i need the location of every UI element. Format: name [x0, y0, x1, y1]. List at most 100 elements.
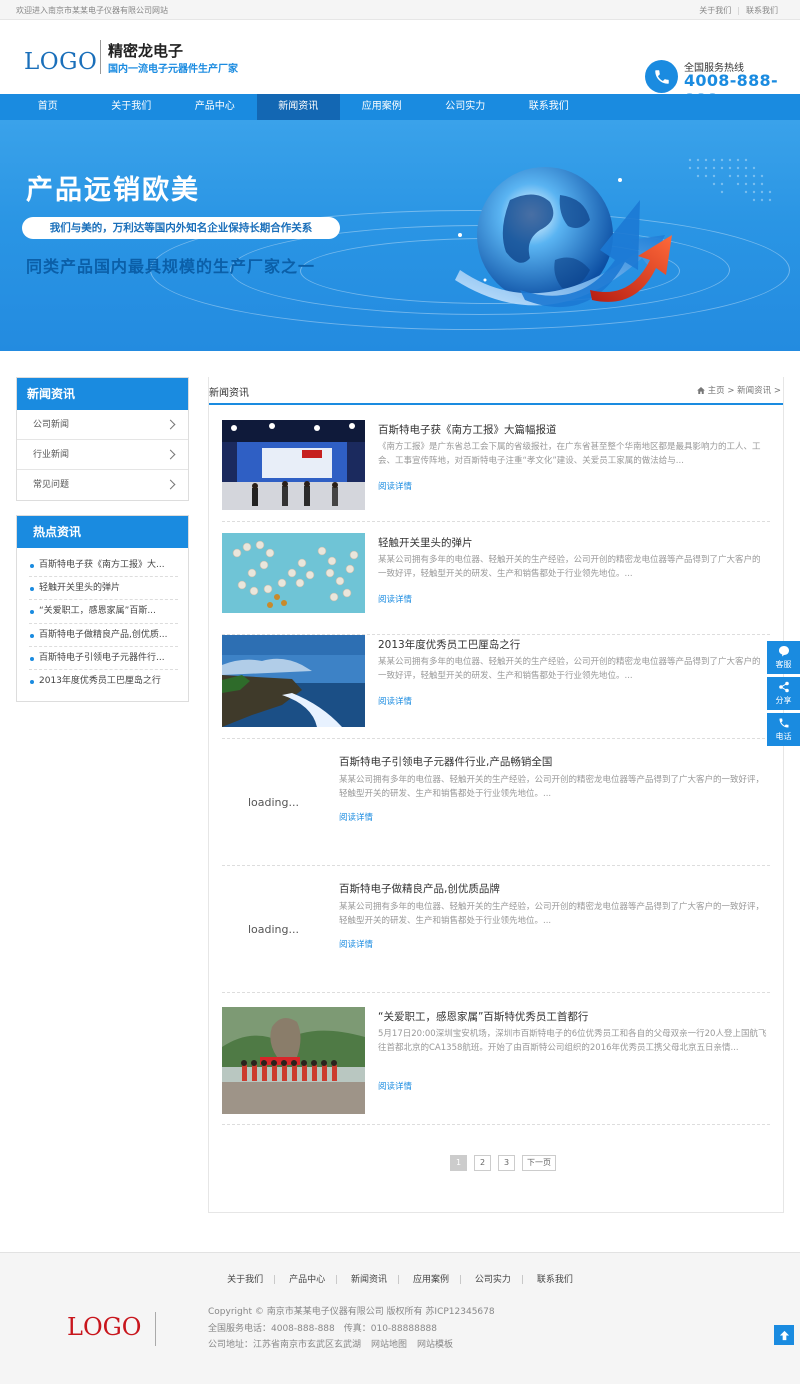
site-logo[interactable]: LOGO [24, 49, 97, 75]
news-title[interactable]: 百斯特电子做精良产品,创优质品牌 [339, 881, 500, 896]
loading-placeholder: loading... [247, 795, 299, 809]
nav-item-news[interactable]: 新闻资讯 [256, 94, 340, 120]
nav-item-about[interactable]: 关于我们 [90, 94, 174, 120]
nav-item-home[interactable]: 首页 [6, 94, 90, 120]
share-icon [778, 681, 789, 693]
read-more-link[interactable]: 阅读详情 [339, 938, 373, 950]
footer-info: Copyright © 南京市某某电子仪器有限公司 版权所有 苏ICP12345… [208, 1304, 495, 1354]
brand-name: 精密龙电子 [108, 42, 184, 60]
pagination: 1 2 3 下一页 [450, 1155, 556, 1171]
footer-links: 关于我们 | 产品中心 | 新闻资讯 | 应用案例 | 公司实力 | 联系我们 [227, 1275, 573, 1285]
chevron-right-icon [165, 449, 176, 460]
nav-item-contact[interactable]: 联系我们 [507, 94, 591, 120]
news-title[interactable]: 轻触开关里头的弹片 [378, 535, 473, 550]
hot-news-box: 热点资讯 百斯特电子获《南方工报》大... 轻触开关里头的弹片 “关爱职工，感恩… [16, 515, 189, 703]
news-item: “关爱职工，感恩家属”百斯特优秀员工首都行 5月17日20:00深圳宝安机场，深… [222, 1007, 770, 1125]
page-2-button[interactable]: 2 [474, 1155, 491, 1171]
news-title[interactable]: 2013年度优秀员工巴厘岛之行 [378, 637, 520, 652]
news-description: 《南方工报》是广东省总工会下属的省级报社，在广东省甚至整个华南地区都是最具影响力… [378, 442, 761, 466]
footer-link-strength[interactable]: 公司实力 [475, 1275, 511, 1285]
sitemap-link[interactable]: 网站地图 [371, 1340, 407, 1350]
footer-logo-divider [155, 1312, 156, 1346]
footer-link-about[interactable]: 关于我们 [227, 1275, 263, 1285]
read-more-link[interactable]: 阅读详情 [378, 480, 412, 492]
customer-service-button[interactable]: 客服 [767, 641, 800, 674]
chat-bubble-icon [778, 646, 789, 657]
news-item: 百斯特电子获《南方工报》大篇幅报道 《南方工报》是广东省总工会下属的省级报社，在… [222, 420, 770, 522]
chevron-right-icon [165, 419, 176, 430]
news-description: 某某公司拥有多年的电位器、轻触开关的生产经验，公司开创的精密龙电位器等产品得到了… [378, 555, 761, 579]
news-description: 某某公司拥有多年的电位器、轻触开关的生产经验，公司开创的精密龙电位器等产品得到了… [339, 775, 765, 799]
hot-news-item[interactable]: 百斯特电子引领电子元器件行... [29, 647, 178, 670]
phone-button[interactable]: 电话 [767, 713, 800, 746]
news-title[interactable]: 百斯特电子引领电子元器件行业,产品畅销全国 [339, 754, 552, 769]
hot-news-item[interactable]: “关爱职工，感恩家属”百斯... [29, 600, 178, 624]
next-page-button[interactable]: 下一页 [522, 1155, 556, 1171]
sidebar: 新闻资讯 公司新闻 行业新闻 常见问题 热点资讯 百斯特电子获《南方工报》大..… [16, 377, 189, 703]
read-more-link[interactable]: 阅读详情 [378, 593, 412, 605]
share-label: 分享 [775, 696, 792, 705]
hero-banner: 产品远销欧美 我们与美的，万利达等国内外知名企业保持长期合作关系 同类产品国内最… [0, 120, 800, 351]
home-icon [696, 387, 705, 394]
category-box: 新闻资讯 公司新闻 行业新闻 常见问题 [16, 377, 189, 501]
page-1-button[interactable]: 1 [450, 1155, 467, 1171]
site-header: LOGO 精密龙电子 国内一流电子元器件生产厂家 全国服务热线 4008-888… [0, 20, 800, 109]
phone-label: 电话 [775, 732, 792, 741]
news-thumbnail[interactable] [222, 635, 365, 727]
read-more-link[interactable]: 阅读详情 [378, 1080, 412, 1092]
nav-item-cases[interactable]: 应用案例 [340, 94, 424, 120]
news-item: 轻触开关里头的弹片 某某公司拥有多年的电位器、轻触开关的生产经验，公司开创的精密… [222, 533, 770, 635]
news-item: 2013年度优秀员工巴厘岛之行 某某公司拥有多年的电位器、轻触开关的生产经验，公… [222, 635, 770, 739]
sidebar-item-label: 常见问题 [33, 480, 70, 490]
sidebar-item-company-news[interactable]: 公司新闻 [17, 410, 188, 440]
news-item: loading... 百斯特电子做精良产品,创优质品牌 某某公司拥有多年的电位器… [222, 866, 770, 993]
arrow-up-icon [779, 1330, 789, 1340]
footer-link-cases[interactable]: 应用案例 [413, 1275, 449, 1285]
news-title[interactable]: 百斯特电子获《南方工报》大篇幅报道 [378, 422, 557, 437]
news-thumbnail[interactable] [222, 1007, 365, 1114]
page-title: 新闻资讯 [209, 388, 249, 399]
copyright-text: Copyright © 南京市某某电子仪器有限公司 版权所有 苏ICP12345… [208, 1307, 495, 1317]
top-link-about[interactable]: 关于我们 [699, 6, 731, 15]
floating-toolbar: 客服 分享 电话 [767, 641, 800, 749]
back-to-top-button[interactable] [774, 1325, 794, 1345]
news-description: 5月17日20:00深圳宝安机场，深圳市百斯特电子的6位优秀员工和各自的父母双亲… [378, 1029, 767, 1053]
top-link-contact[interactable]: 联系我们 [746, 6, 778, 15]
sidebar-item-industry-news[interactable]: 行业新闻 [17, 440, 188, 470]
read-more-link[interactable]: 阅读详情 [378, 695, 412, 707]
sidebar-item-faq[interactable]: 常见问题 [17, 470, 188, 500]
loading-placeholder: loading... [247, 922, 299, 936]
breadcrumb-text[interactable]: 主页 > 新闻资讯 > [708, 386, 781, 396]
top-links: 关于我们 | 联系我们 [699, 6, 778, 15]
phone-icon [645, 60, 678, 93]
hot-news-list: 百斯特电子获《南方工报》大... 轻触开关里头的弹片 “关爱职工，感恩家属”百斯… [17, 548, 188, 701]
sidebar-item-label: 公司新闻 [33, 420, 70, 430]
news-thumbnail[interactable] [222, 533, 365, 613]
main-header: 新闻资讯 主页 > 新闻资讯 > [209, 377, 783, 405]
banner-headline: 产品远销欧美 [26, 175, 200, 206]
news-item: loading... 百斯特电子引领电子元器件行业,产品畅销全国 某某公司拥有多… [222, 739, 770, 866]
news-title[interactable]: “关爱职工，感恩家属”百斯特优秀员工首都行 [378, 1009, 588, 1024]
nav-item-products[interactable]: 产品中心 [173, 94, 257, 120]
footer-link-news[interactable]: 新闻资讯 [351, 1275, 387, 1285]
hot-news-title: 热点资讯 [17, 516, 188, 548]
hot-news-item[interactable]: 百斯特电子做精良产品,创优质... [29, 624, 178, 647]
footer-logo[interactable]: LOGO [67, 1313, 141, 1341]
banner-subline: 同类产品国内最具规模的生产厂家之一 [26, 257, 316, 276]
customer-service-label: 客服 [775, 660, 792, 669]
hot-news-item[interactable]: 2013年度优秀员工巴厘岛之行 [29, 670, 178, 693]
hot-news-item[interactable]: 轻触开关里头的弹片 [29, 577, 178, 601]
share-button[interactable]: 分享 [767, 677, 800, 710]
welcome-text: 欢迎进入南京市某某电子仪器有限公司网站 [16, 6, 168, 15]
brand-slogan: 国内一流电子元器件生产厂家 [108, 64, 238, 75]
page-3-button[interactable]: 3 [498, 1155, 515, 1171]
footer-link-contact[interactable]: 联系我们 [537, 1275, 573, 1285]
template-link[interactable]: 网站模板 [417, 1340, 453, 1350]
hot-news-item[interactable]: 百斯特电子获《南方工报》大... [29, 554, 178, 578]
footer-link-products[interactable]: 产品中心 [289, 1275, 325, 1285]
nav-item-strength[interactable]: 公司实力 [424, 94, 508, 120]
read-more-link[interactable]: 阅读详情 [339, 811, 373, 823]
footer-address: 公司地址：江苏省南京市玄武区玄武湖 [208, 1340, 362, 1350]
news-thumbnail[interactable] [222, 420, 365, 510]
main-nav: 首页 关于我们 产品中心 新闻资讯 应用案例 公司实力 联系我们 [0, 94, 800, 120]
